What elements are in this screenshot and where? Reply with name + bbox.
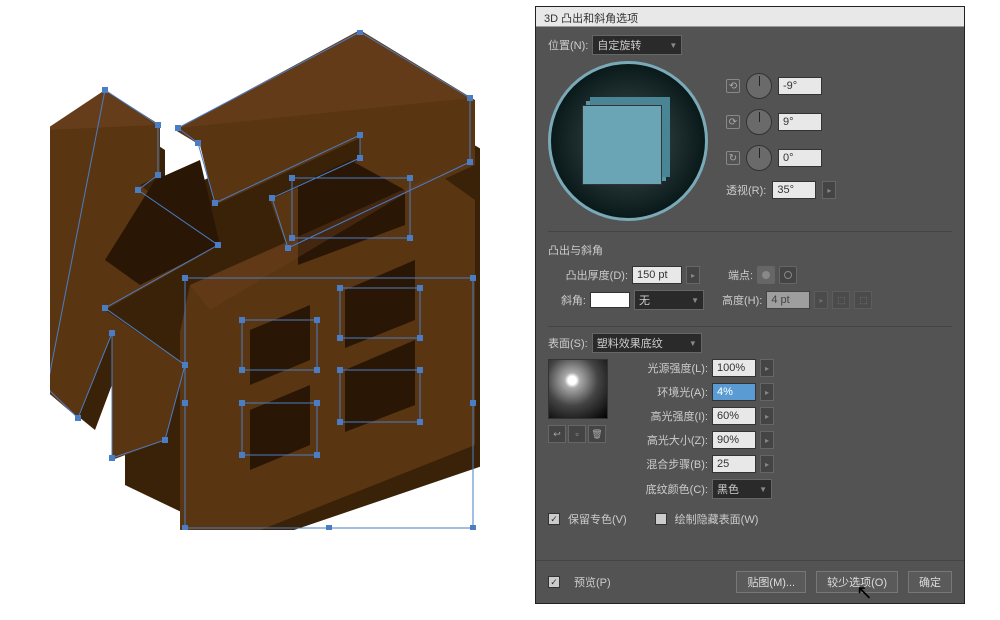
position-label: 位置(N): — [548, 37, 588, 53]
position-dropdown[interactable]: 自定旋转 — [592, 35, 682, 55]
blend-stepper[interactable]: ▸ — [760, 455, 774, 473]
shading-color-dropdown[interactable]: 黑色 — [712, 479, 772, 499]
light-intensity-stepper[interactable]: ▸ — [760, 359, 774, 377]
rotate-x-input[interactable]: -9° — [778, 77, 822, 95]
draw-hidden-checkbox[interactable] — [655, 513, 667, 525]
delete-light-button[interactable]: 🗑 — [588, 425, 606, 443]
cap-on-button[interactable] — [757, 266, 775, 284]
cap-off-button[interactable] — [779, 266, 797, 284]
highlight-intensity-label: 高光强度(I): — [622, 408, 708, 424]
perspective-label: 透视(R): — [726, 182, 766, 198]
surface-dropdown[interactable]: 塑料效果底纹 — [592, 333, 702, 353]
highlight-size-input[interactable]: 90% — [712, 431, 756, 449]
ambient-input[interactable]: 4% — [712, 383, 756, 401]
highlight-intensity-input[interactable]: 60% — [712, 407, 756, 425]
rotate-z-icon: ↻ — [726, 151, 740, 165]
extrude-section: 凸出与斜角 凸出厚度(D): 150 pt ▸ 端点: 斜角: 无 高度(H):… — [548, 231, 952, 327]
light-sphere[interactable] — [548, 359, 608, 419]
rotate-y-input[interactable]: 9° — [778, 113, 822, 131]
perspective-input[interactable]: 35° — [772, 181, 816, 199]
surface-label: 表面(S): — [548, 335, 588, 351]
rotate-z-dial[interactable] — [746, 145, 772, 171]
light-intensity-input[interactable]: 100% — [712, 359, 756, 377]
bevel-dropdown[interactable]: 无 — [634, 290, 704, 310]
cursor-icon: ↖ — [856, 580, 873, 605]
depth-stepper[interactable]: ▸ — [686, 266, 700, 284]
preserve-spot-label: 保留专色(V) — [568, 511, 627, 527]
dialog-title: 3D 凸出和斜角选项 — [536, 7, 964, 27]
rotate-x-dial[interactable] — [746, 73, 772, 99]
extrude-bevel-dialog: 3D 凸出和斜角选项 位置(N): 自定旋转 ⟲ -9° ⟳ — [535, 6, 965, 604]
ambient-stepper[interactable]: ▸ — [760, 383, 774, 401]
perspective-stepper[interactable]: ▸ — [822, 181, 836, 199]
preview-label: 预览(P) — [574, 574, 611, 590]
blend-steps-input[interactable]: 25 — [712, 455, 756, 473]
extrude-depth-input[interactable]: 150 pt — [632, 266, 682, 284]
move-light-back-button[interactable]: ↩ — [548, 425, 566, 443]
blend-steps-label: 混合步骤(B): — [622, 456, 708, 472]
extrude-section-label: 凸出与斜角 — [548, 242, 952, 258]
artwork-3d-character[interactable] — [50, 30, 480, 530]
height-stepper: ▸ — [814, 291, 828, 309]
preview-checkbox[interactable]: ✓ — [548, 576, 560, 588]
cap-label: 端点: — [728, 267, 753, 283]
bevel-swatch — [590, 292, 630, 308]
new-light-button[interactable]: ▫ — [568, 425, 586, 443]
shading-color-label: 底纹颜色(C): — [622, 481, 708, 497]
hi-intensity-stepper[interactable]: ▸ — [760, 407, 774, 425]
rotate-y-dial[interactable] — [746, 109, 772, 135]
rotate-x-icon: ⟲ — [726, 79, 740, 93]
preview-cube — [582, 105, 662, 185]
rotate-y-icon: ⟳ — [726, 115, 740, 129]
preserve-spot-checkbox[interactable]: ✓ — [548, 513, 560, 525]
highlight-size-label: 高光大小(Z): — [622, 432, 708, 448]
rotate-z-input[interactable]: 0° — [778, 149, 822, 167]
draw-hidden-label: 绘制隐藏表面(W) — [675, 511, 759, 527]
bevel-label: 斜角: — [548, 292, 586, 308]
bevel-out-icon: ⬚ — [854, 291, 872, 309]
canvas-area[interactable] — [0, 0, 535, 620]
bevel-height-input: 4 pt — [766, 291, 810, 309]
map-art-button[interactable]: 贴图(M)... — [736, 571, 806, 593]
rotation-track-cube[interactable] — [548, 61, 708, 221]
light-intensity-label: 光源强度(L): — [622, 360, 708, 376]
extrude-depth-label: 凸出厚度(D): — [548, 267, 628, 283]
dialog-footer: ✓ 预览(P) 贴图(M)... 较少选项(O) 确定 — [536, 560, 964, 603]
bevel-height-label: 高度(H): — [722, 292, 762, 308]
hi-size-stepper[interactable]: ▸ — [760, 431, 774, 449]
ok-button[interactable]: 确定 — [908, 571, 952, 593]
bevel-in-icon: ⬚ — [832, 291, 850, 309]
ambient-label: 环境光(A): — [622, 384, 708, 400]
